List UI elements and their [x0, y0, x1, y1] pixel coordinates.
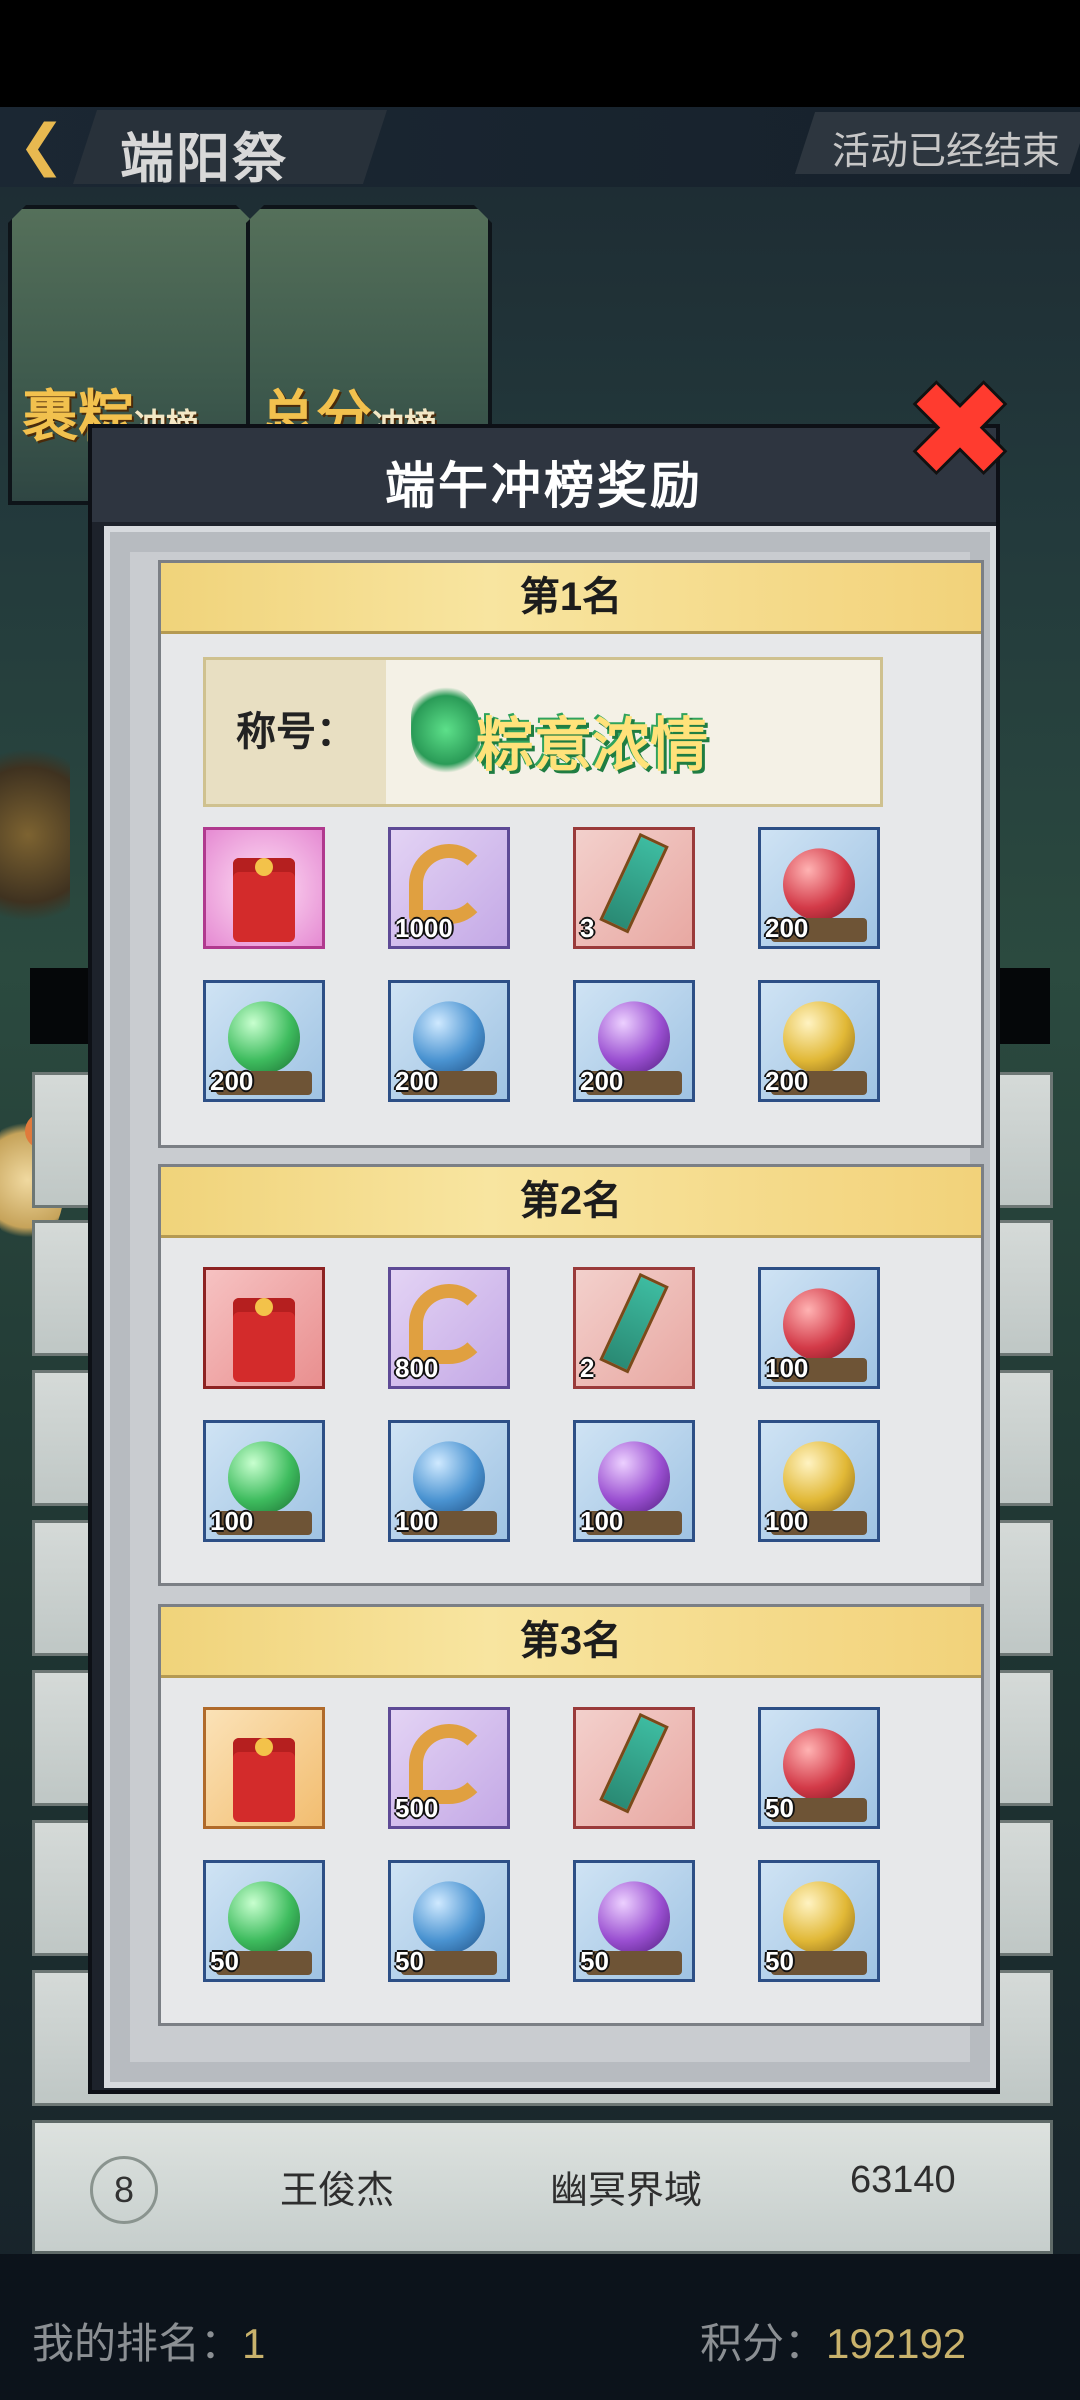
red-envelope-icon — [233, 1262, 295, 1382]
reward-slot[interactable]: 100 — [388, 1420, 510, 1542]
player-server: 幽冥界域 — [550, 2170, 703, 2212]
green-orb-icon — [228, 1441, 300, 1514]
reward-slot[interactable]: 100 — [203, 1420, 325, 1542]
red-envelope-icon — [233, 822, 295, 942]
rank-3-section: 第3名 500 50 50 50 50 50 — [158, 1604, 984, 2026]
reward-slot[interactable]: 1000 — [388, 827, 510, 949]
green-orb-icon — [228, 1001, 300, 1074]
blue-orb-icon — [413, 1881, 485, 1954]
rank-number: 8 — [90, 2156, 158, 2224]
item-count: 800 — [395, 1353, 439, 1383]
rank-1-section: 第1名 称号： 粽意浓情 1000 3 200 200 200 200 200 — [158, 560, 984, 1148]
item-count: 200 — [765, 913, 809, 943]
reward-slot[interactable]: 3 — [573, 827, 695, 949]
reward-slot[interactable]: 50 — [388, 1860, 510, 1982]
reward-slot[interactable]: 50 — [758, 1860, 880, 1982]
scroll-icon — [599, 1712, 669, 1814]
reward-slot[interactable]: 100 — [758, 1267, 880, 1389]
blue-orb-icon — [413, 1441, 485, 1514]
item-count: 3 — [580, 913, 595, 943]
item-count: 200 — [210, 1066, 254, 1096]
red-orb-icon — [783, 1728, 855, 1801]
gold-orb-icon — [783, 1881, 855, 1954]
item-count: 200 — [395, 1066, 439, 1096]
item-count: 100 — [210, 1506, 254, 1536]
reward-slot[interactable] — [203, 827, 325, 949]
red-envelope-icon — [233, 1702, 295, 1822]
reward-slot[interactable]: 2 — [573, 1267, 695, 1389]
golden-fish-icon — [409, 1724, 489, 1804]
blue-orb-icon — [413, 1001, 485, 1074]
modal-title: 端午冲榜奖励 — [385, 458, 703, 514]
item-count: 1000 — [395, 913, 453, 943]
rank-header: 第3名 — [161, 1607, 981, 1678]
my-score-label: 积分： — [700, 2320, 827, 2367]
reward-slot[interactable]: 200 — [758, 827, 880, 949]
reward-slot[interactable]: 50 — [203, 1860, 325, 1982]
title-label: 称号： — [206, 660, 386, 804]
top-black-strip — [0, 0, 1080, 107]
red-orb-icon — [783, 848, 855, 921]
my-rank: 我的排名：1 — [32, 2310, 265, 2371]
item-count: 200 — [765, 1066, 809, 1096]
my-rank-value: 1 — [242, 2320, 266, 2367]
reward-slot[interactable] — [203, 1707, 325, 1829]
reward-slot[interactable] — [203, 1267, 325, 1389]
reward-slot[interactable]: 50 — [573, 1860, 695, 1982]
player-name: 王俊杰 — [280, 2170, 395, 2212]
purple-orb-icon — [598, 1881, 670, 1954]
golden-fish-icon — [409, 1284, 489, 1364]
gold-orb-icon — [783, 1001, 855, 1074]
gold-orb-icon — [783, 1441, 855, 1514]
my-score-value: 192192 — [826, 2320, 967, 2367]
title-name: 粽意浓情 — [476, 713, 709, 778]
my-rank-label: 我的排名： — [32, 2320, 243, 2367]
scroll-icon — [599, 832, 669, 934]
reward-slot[interactable]: 100 — [573, 1420, 695, 1542]
item-count: 100 — [765, 1353, 809, 1383]
item-count: 100 — [765, 1506, 809, 1536]
reward-slot[interactable]: 50 — [758, 1707, 880, 1829]
event-title: 端阳祭 — [120, 129, 288, 189]
title-reward-box: 称号： 粽意浓情 — [203, 657, 883, 807]
golden-fish-icon — [409, 844, 489, 924]
dragon-icon — [411, 685, 481, 775]
rank-2-section: 第2名 800 2 100 100 100 100 100 — [158, 1164, 984, 1586]
item-count: 200 — [580, 1066, 624, 1096]
item-count: 50 — [580, 1946, 609, 1976]
item-count: 100 — [395, 1506, 439, 1536]
item-count: 50 — [395, 1946, 424, 1976]
reward-slot[interactable]: 200 — [388, 980, 510, 1102]
player-score: 63140 — [850, 2159, 956, 2201]
modal-title-bar: 端午冲榜奖励 — [92, 428, 996, 522]
rank-header: 第1名 — [161, 563, 981, 634]
event-status: 活动已经结束 — [832, 131, 1061, 173]
purple-orb-icon — [598, 1441, 670, 1514]
item-count: 500 — [395, 1793, 439, 1823]
close-icon[interactable]: ✖ — [905, 365, 1015, 495]
item-count: 100 — [580, 1506, 624, 1536]
ranking-row-8: 8 王俊杰 幽冥界域 63140 — [32, 2120, 1053, 2254]
back-button[interactable]: ❮ — [18, 115, 68, 175]
staff-ornament — [0, 720, 70, 950]
purple-orb-icon — [598, 1001, 670, 1074]
reward-slot[interactable]: 200 — [203, 980, 325, 1102]
rank-header: 第2名 — [161, 1167, 981, 1238]
red-orb-icon — [783, 1288, 855, 1361]
reward-slot[interactable]: 100 — [758, 1420, 880, 1542]
scroll-icon — [599, 1272, 669, 1374]
reward-slot[interactable] — [573, 1707, 695, 1829]
item-count: 50 — [765, 1793, 794, 1823]
reward-slot[interactable]: 200 — [573, 980, 695, 1102]
reward-slot[interactable]: 500 — [388, 1707, 510, 1829]
item-count: 2 — [580, 1353, 595, 1383]
reward-slot[interactable]: 200 — [758, 980, 880, 1102]
green-orb-icon — [228, 1881, 300, 1954]
reward-slot[interactable]: 800 — [388, 1267, 510, 1389]
item-count: 50 — [765, 1946, 794, 1976]
my-score: 积分：192192 — [700, 2310, 966, 2371]
item-count: 50 — [210, 1946, 239, 1976]
